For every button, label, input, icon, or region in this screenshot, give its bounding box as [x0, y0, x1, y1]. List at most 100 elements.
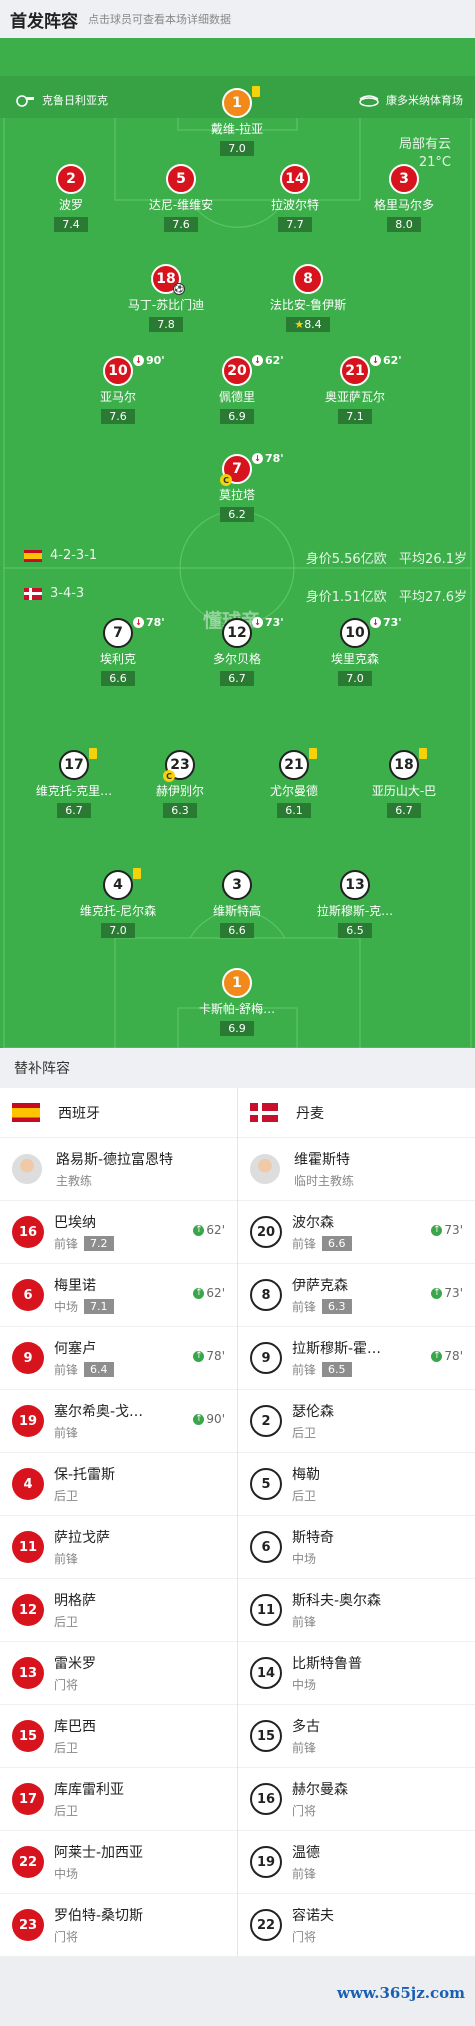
denmark-value-line: 身价1.51亿欧 平均27.6岁	[306, 586, 467, 605]
sub-player-row[interactable]: 16 巴埃纳 前锋 7.2 ↑ 62'	[0, 1201, 237, 1264]
sub-player-position: 前锋	[54, 1363, 79, 1377]
player-rating: 7.4	[54, 217, 88, 232]
denmark-formation: 3-4-3	[50, 586, 85, 601]
sub-player-position: 前锋	[292, 1867, 317, 1881]
spain-coach-row[interactable]: 路易斯-德拉富恩特 主教练	[0, 1138, 237, 1201]
sub-player-position-line: 门将	[292, 1928, 475, 1945]
sub-player-row[interactable]: 11 萨拉戈萨 前锋	[0, 1516, 237, 1579]
sub-player-row[interactable]: 19 塞尔希奥-戈… 前锋 ↑ 90'	[0, 1390, 237, 1453]
sub-off-indicator: ↓ 62'	[370, 354, 402, 367]
player-number: 1	[222, 86, 260, 118]
player-number: 17	[59, 748, 97, 780]
sub-off-indicator: ↓ 78'	[252, 452, 284, 465]
sub-player-name: 多古	[292, 1719, 320, 1735]
sub-player-row[interactable]: 6 梅里诺 中场 7.1 ↑ 62'	[0, 1264, 237, 1327]
sub-player-row[interactable]: 12 明格萨 后卫	[0, 1579, 237, 1642]
sub-player-rating: 7.2	[84, 1236, 114, 1251]
player-name: 佩德里	[218, 390, 255, 404]
player-denmark-3[interactable]: 3 维斯特高 6.6	[177, 870, 297, 938]
player-number: 10 ↓ 73'	[340, 616, 402, 648]
coach-name: 路易斯-德拉富恩特	[56, 1152, 174, 1168]
sub-player-row[interactable]: 16 赫尔曼森 门将	[238, 1768, 475, 1831]
player-number: 13	[340, 870, 370, 900]
player-name: 拉波尔特	[270, 198, 319, 212]
player-spain-10[interactable]: 10 ↓ 90' 亚马尔 7.6	[58, 354, 178, 424]
player-number: 10 ↓ 90'	[103, 354, 165, 386]
player-denmark-23[interactable]: 23 C 赫伊别尔 6.3	[120, 750, 240, 818]
coach-avatar	[12, 1154, 42, 1184]
player-denmark-10[interactable]: 10 ↓ 73' 埃里克森 7.0	[295, 616, 415, 686]
player-spain-18[interactable]: 18 ⚽ 马丁-苏比门迪 7.8	[106, 264, 226, 332]
subs-table: 西班牙 路易斯-德拉富恩特 主教练 16 巴埃纳 前锋 7.2 ↑ 62' 6 梅里诺 中场 7.…	[0, 1088, 475, 1957]
sub-player-name: 萨拉戈萨	[54, 1530, 110, 1546]
player-rating: 6.6	[101, 671, 135, 686]
sub-player-number: 13	[12, 1657, 44, 1689]
sub-player-row[interactable]: 11 斯科夫-奥尔森 前锋	[238, 1579, 475, 1642]
player-spain-3[interactable]: 3 格里马尔多 8.0	[344, 164, 464, 232]
denmark-formation-line: 3-4-3	[24, 586, 84, 601]
sub-player-row[interactable]: 15 多古 前锋	[238, 1705, 475, 1768]
sub-player-row[interactable]: 2 瑟伦森 后卫	[238, 1390, 475, 1453]
player-denmark-18[interactable]: 18 亚历山大-巴 6.7	[344, 748, 464, 818]
player-spain-21[interactable]: 21 ↓ 62' 奥亚萨瓦尔 7.1	[295, 354, 415, 424]
sub-player-row[interactable]: 14 比斯特鲁普 中场	[238, 1642, 475, 1705]
denmark-coach-row[interactable]: 维霍斯特 临时主教练	[238, 1138, 475, 1201]
sub-player-row[interactable]: 8 伊萨克森 前锋 6.3 ↑ 73'	[238, 1264, 475, 1327]
sub-player-row[interactable]: 9 拉斯穆斯-霍… 前锋 6.5 ↑ 78'	[238, 1327, 475, 1390]
sub-player-position-line: 前锋 6.3	[292, 1298, 475, 1315]
sub-player-number: 9	[250, 1342, 282, 1374]
sub-player-position-line: 前锋	[292, 1613, 475, 1630]
sub-player-row[interactable]: 22 阿莱士-加西亚 中场	[0, 1831, 237, 1894]
sub-player-row[interactable]: 22 容诺夫 门将	[238, 1894, 475, 1957]
player-number: 20 ↓ 62'	[222, 354, 284, 386]
sub-player-position: 后卫	[54, 1489, 79, 1503]
player-denmark-7[interactable]: 7 ↓ 78' 埃利克 6.6	[58, 616, 178, 686]
sub-player-number: 14	[250, 1657, 282, 1689]
player-spain-7[interactable]: 7 ↓ 78' C 莫拉塔 6.2	[177, 452, 297, 522]
sub-player-name: 塞尔希奥-戈…	[54, 1404, 144, 1420]
sub-on-indicator: ↑ 73'	[431, 1223, 463, 1237]
player-denmark-21[interactable]: 21 尤尔曼德 6.1	[234, 748, 354, 818]
sub-player-row[interactable]: 13 雷米罗 门将	[0, 1642, 237, 1705]
sub-player-row[interactable]: 4 保-托雷斯 后卫	[0, 1453, 237, 1516]
player-spain-14[interactable]: 14 拉波尔特 7.7	[235, 164, 355, 232]
sub-off-icon: ↓	[252, 355, 263, 366]
sub-player-row[interactable]: 20 波尔森 前锋 6.6 ↑ 73'	[238, 1201, 475, 1264]
player-name: 尤尔曼德	[269, 784, 318, 798]
player-rating: 7.0	[338, 671, 372, 686]
sub-player-name: 库库雷利亚	[54, 1782, 124, 1798]
sub-player-position-line: 后卫	[292, 1487, 475, 1504]
sub-player-name: 瑟伦森	[292, 1404, 334, 1420]
sub-player-row[interactable]: 5 梅勒 后卫	[238, 1453, 475, 1516]
sub-player-row[interactable]: 9 何塞卢 前锋 6.4 ↑ 78'	[0, 1327, 237, 1390]
sub-player-row[interactable]: 17 库库雷利亚 后卫	[0, 1768, 237, 1831]
player-spain-2[interactable]: 2 波罗 7.4	[11, 164, 131, 232]
player-denmark-12[interactable]: 12 ↓ 73' 多尔贝格 6.7	[177, 616, 297, 686]
player-name: 马丁-苏比门迪	[127, 298, 205, 312]
player-denmark-1[interactable]: 1 卡斯帕-舒梅… 6.9	[177, 968, 297, 1036]
yellow-card-icon	[252, 86, 260, 97]
player-denmark-4[interactable]: 4 维克托-尼尔森 7.0	[58, 868, 178, 938]
sub-player-position-line: 后卫	[54, 1487, 237, 1504]
sub-off-indicator: ↓ 73'	[252, 616, 284, 629]
player-spain-5[interactable]: 5 达尼-维维安 7.6	[121, 164, 241, 232]
sub-player-row[interactable]: 15 库巴西 后卫	[0, 1705, 237, 1768]
player-spain-20[interactable]: 20 ↓ 62' 佩德里 6.9	[177, 354, 297, 424]
player-name: 法比安-鲁伊斯	[269, 298, 347, 312]
player-number: 5	[166, 164, 196, 194]
player-rating: 6.1	[277, 803, 311, 818]
player-denmark-17[interactable]: 17 维克托-克里… 6.7	[14, 748, 134, 818]
player-rating: 6.6	[220, 923, 254, 938]
sub-player-row[interactable]: 19 温德 前锋	[238, 1831, 475, 1894]
player-name: 达尼-维维安	[148, 198, 214, 212]
referee-info: 克鲁日利亚克	[14, 92, 108, 108]
sub-player-row[interactable]: 23 罗伯特-桑切斯 门将	[0, 1894, 237, 1957]
player-spain-1[interactable]: 1 戴维-拉亚 7.0	[177, 86, 297, 156]
player-denmark-13[interactable]: 13 拉斯穆斯-克… 6.5	[295, 870, 415, 938]
sub-player-number: 23	[12, 1909, 44, 1941]
player-rating: ★8.4	[286, 317, 330, 332]
player-spain-8[interactable]: 8 法比安-鲁伊斯 ★8.4	[248, 264, 368, 332]
spain-subs-header: 西班牙	[0, 1088, 237, 1138]
sub-player-row[interactable]: 6 斯特奇 中场	[238, 1516, 475, 1579]
sub-player-name: 赫尔曼森	[292, 1782, 348, 1798]
